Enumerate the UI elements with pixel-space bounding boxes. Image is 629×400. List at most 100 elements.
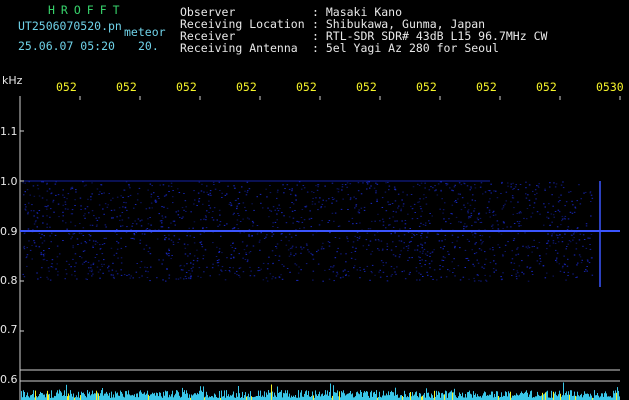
noise-dot <box>271 231 273 233</box>
noise-dot <box>219 214 221 216</box>
noise-dot <box>566 265 569 267</box>
noise-dot <box>347 194 349 196</box>
noise-dot <box>129 187 131 189</box>
x-tick-0523: 052 <box>176 80 197 94</box>
noise-dot <box>192 263 195 265</box>
noise-dot <box>91 182 93 184</box>
spectrum-bar <box>163 391 164 400</box>
noise-dot <box>532 190 534 192</box>
noise-dot <box>421 210 423 212</box>
spectrum-bar <box>569 394 570 400</box>
noise-dot <box>479 217 482 219</box>
noise-dot <box>562 187 565 189</box>
noise-dot <box>120 225 122 227</box>
noise-dot <box>101 253 104 255</box>
spectrum-bar <box>376 390 377 400</box>
noise-dot <box>158 259 160 261</box>
noise-dot <box>300 252 302 254</box>
noise-dot <box>351 217 354 219</box>
noise-dot <box>90 196 92 198</box>
noise-dot <box>71 213 74 215</box>
noise-dot <box>337 188 340 190</box>
noise-dot <box>104 224 107 226</box>
noise-dot <box>100 184 103 186</box>
spectrum-bar <box>57 390 58 400</box>
noise-dot <box>359 277 361 279</box>
noise-dot <box>272 276 274 278</box>
noise-dot <box>409 228 411 229</box>
noise-dot <box>125 246 127 248</box>
noise-dot <box>429 222 431 224</box>
noise-dot <box>77 244 79 245</box>
spectrum-bar <box>116 393 117 400</box>
noise-dot <box>27 211 29 213</box>
spectrum-bar <box>509 393 510 400</box>
spectrum-bar <box>329 392 330 400</box>
spectrum-bar <box>486 395 487 400</box>
spectrum-bar <box>576 396 577 400</box>
noise-dot <box>193 242 196 244</box>
noise-dot <box>54 234 57 236</box>
noise-dot <box>426 271 428 273</box>
spectrum-bar <box>143 393 144 400</box>
spectrum-bar <box>302 396 303 400</box>
noise-dot <box>299 227 301 229</box>
noise-dot <box>442 248 444 250</box>
noise-dot <box>79 223 81 224</box>
noise-dot <box>507 241 509 243</box>
noise-dot <box>517 272 519 274</box>
noise-dot <box>476 217 479 219</box>
noise-dot <box>441 240 443 242</box>
noise-dot <box>181 207 184 209</box>
noise-dot <box>118 207 121 209</box>
noise-dot <box>200 219 202 221</box>
spectrum-bar <box>339 391 340 400</box>
spectrum-bar <box>300 392 301 400</box>
spectrum-bar <box>402 396 403 400</box>
noise-dot <box>513 188 515 189</box>
noise-dot <box>26 189 29 191</box>
noise-dot <box>400 210 402 212</box>
noise-dot <box>266 196 268 198</box>
spectrum-bar <box>119 395 120 400</box>
noise-dot <box>576 200 578 202</box>
noise-dot <box>98 217 100 219</box>
noise-dot <box>86 278 88 280</box>
noise-dot <box>369 279 371 281</box>
noise-dot <box>218 209 221 211</box>
noise-dot <box>206 266 208 268</box>
spectrum-bar <box>501 392 502 400</box>
noise-dot <box>140 261 143 263</box>
noise-dot <box>524 232 526 234</box>
spectrum-bar <box>284 393 285 400</box>
spectrum-bar <box>60 391 61 400</box>
noise-dot <box>289 207 291 209</box>
noise-dot <box>510 262 513 264</box>
noise-dot <box>249 251 252 252</box>
noise-dot <box>258 269 261 271</box>
noise-dot <box>145 270 147 272</box>
noise-dot <box>103 263 105 265</box>
noise-dot <box>492 268 495 270</box>
noise-dot <box>275 247 278 249</box>
noise-dot <box>355 205 357 207</box>
noise-dot <box>589 244 591 245</box>
noise-dot <box>239 221 242 222</box>
noise-dot <box>281 212 283 214</box>
noise-dot <box>251 235 253 236</box>
noise-dot <box>585 191 587 193</box>
noise-dot <box>422 250 424 252</box>
noise-dot <box>402 191 404 193</box>
noise-dot <box>366 188 368 190</box>
noise-dot <box>431 251 434 253</box>
noise-dot <box>209 190 212 192</box>
noise-dot <box>257 270 259 272</box>
noise-dot <box>382 248 384 250</box>
spectrum-bar <box>36 396 37 400</box>
noise-dot <box>48 248 50 249</box>
noise-dot <box>297 272 300 274</box>
spectrum-bar <box>512 395 513 400</box>
noise-dot <box>295 246 297 248</box>
noise-dot <box>350 252 353 253</box>
noise-dot <box>327 222 329 223</box>
